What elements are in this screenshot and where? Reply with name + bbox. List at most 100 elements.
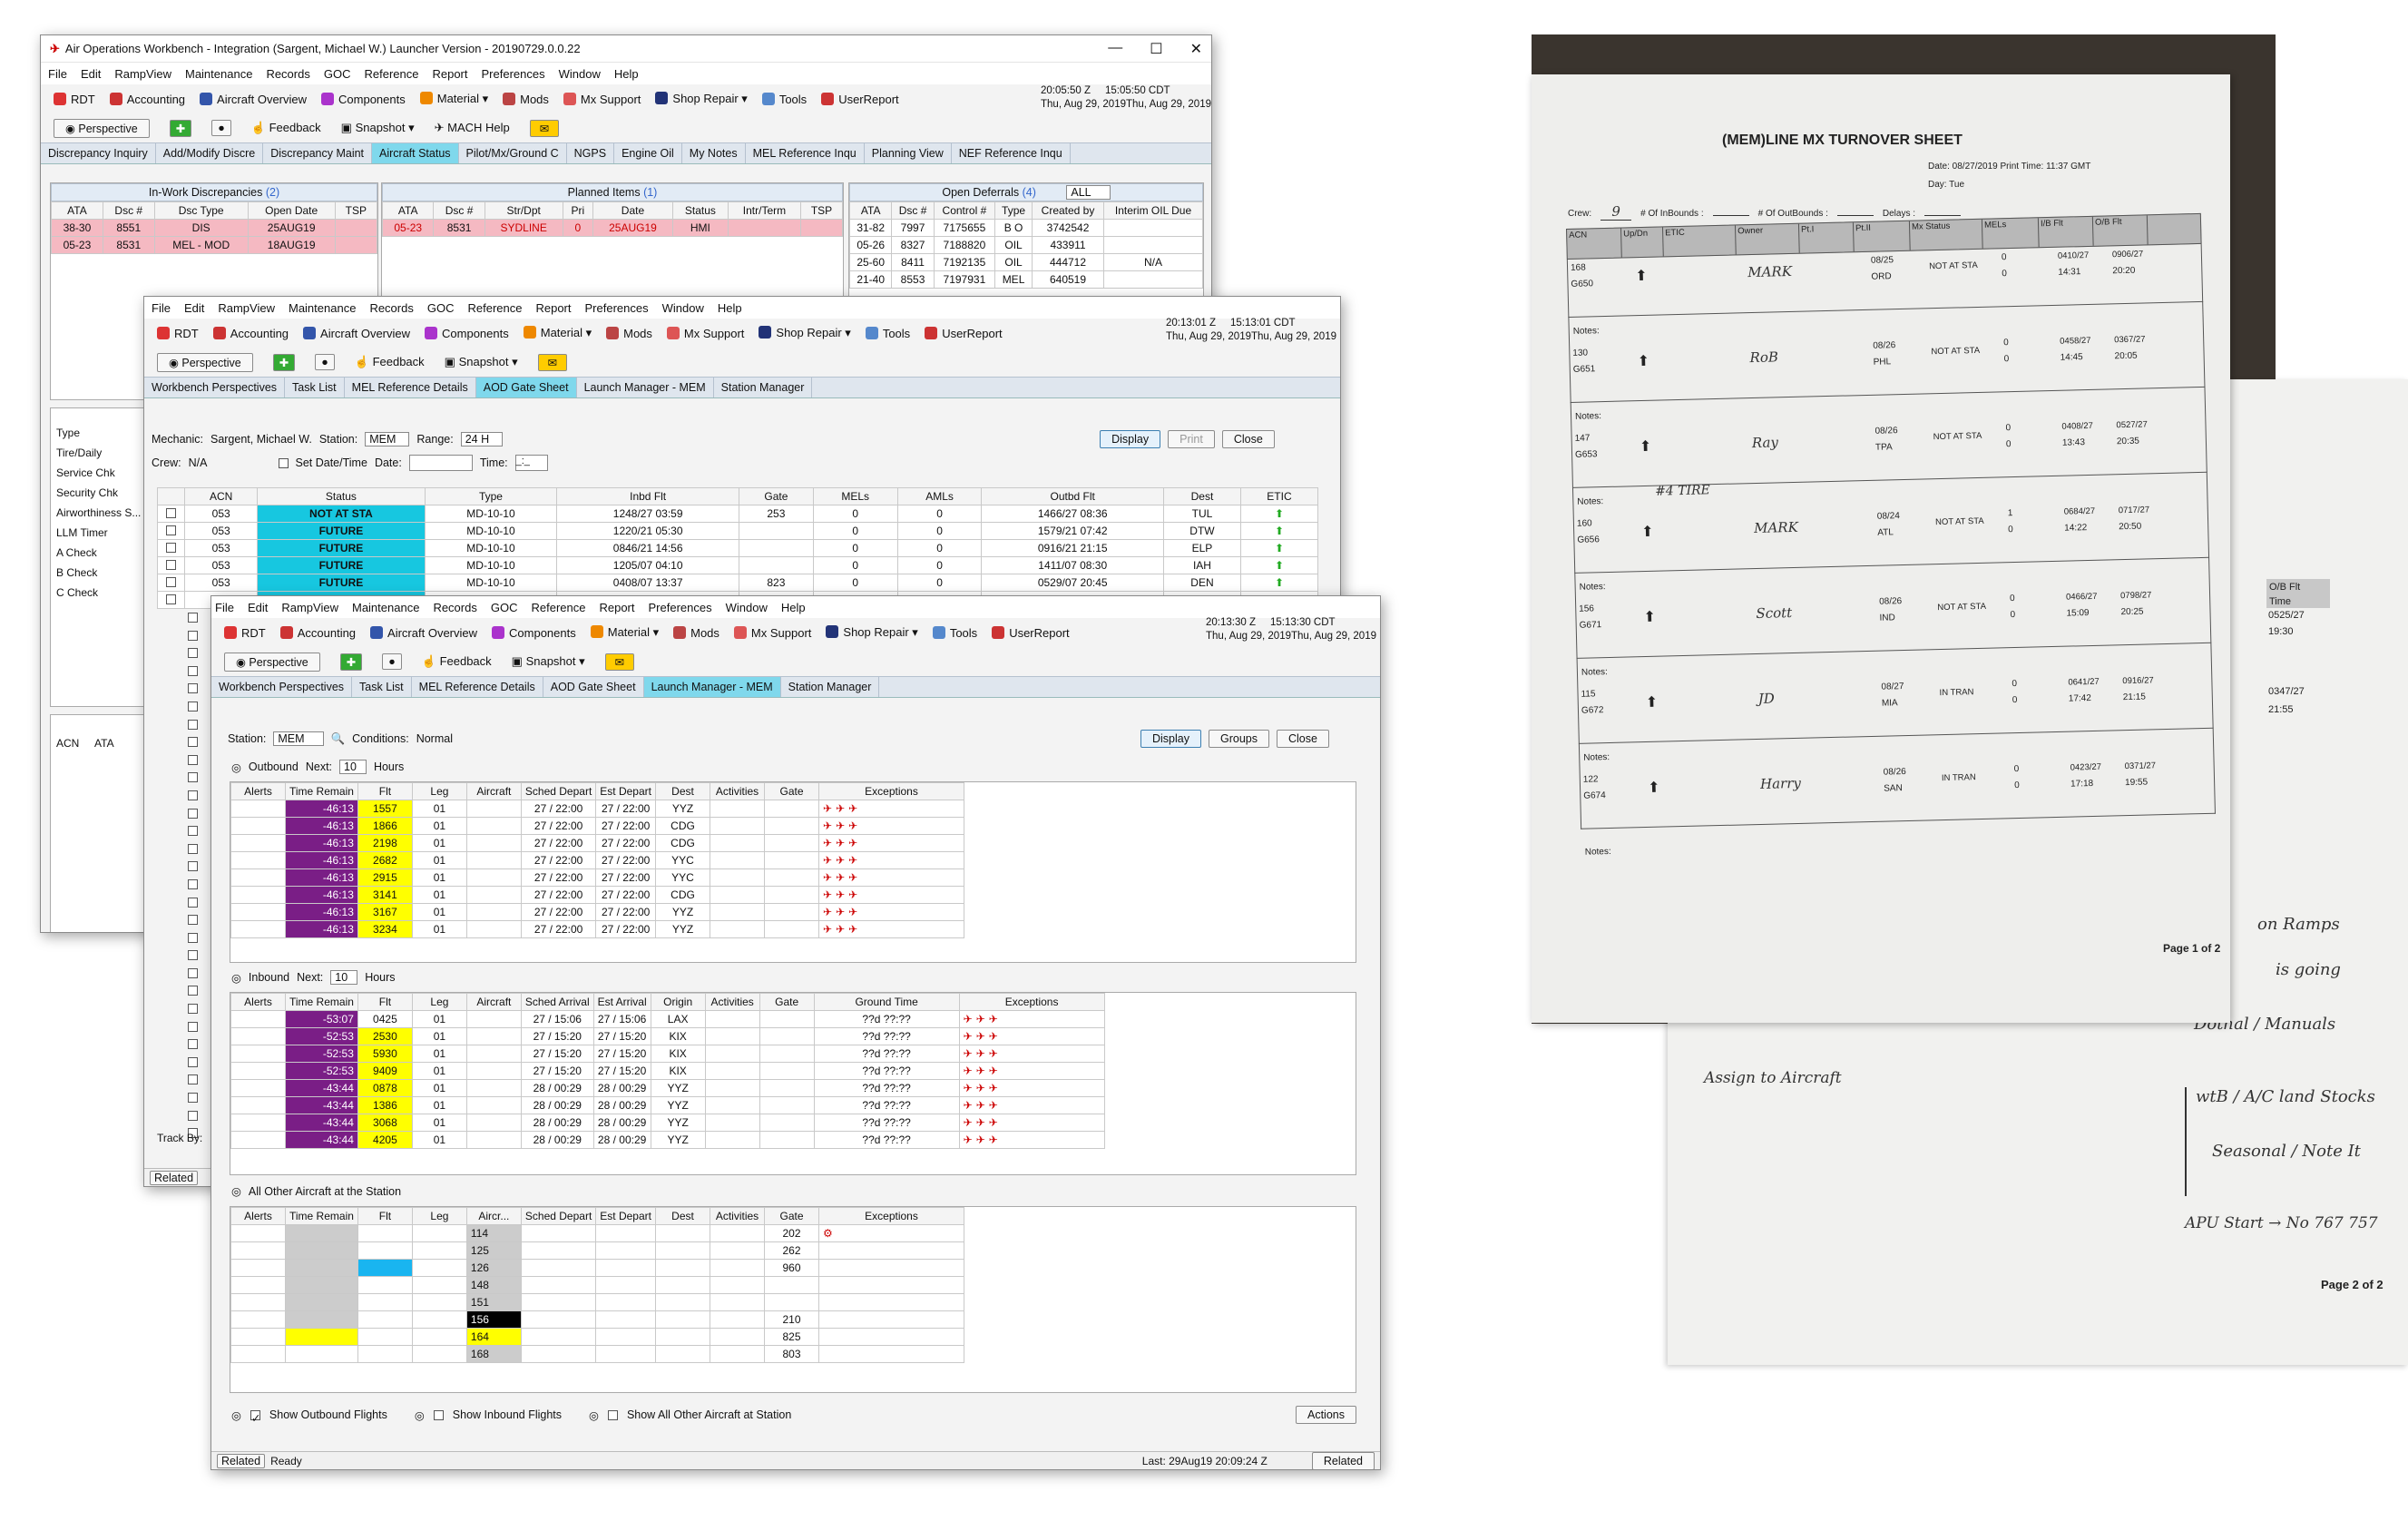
userreport-button[interactable]: UserReport [992,625,1070,640]
related-button[interactable]: Related [150,1170,199,1185]
menu-maintenance[interactable]: Maintenance [289,301,356,315]
shop-repair-button[interactable]: Shop Repair ▾ [826,625,918,640]
set-date-checkbox[interactable] [278,457,289,468]
table-row[interactable]: 05-23 8531 SYDLINE 0 25AUG19 HMI [381,219,844,237]
tab-launch-manager[interactable]: Launch Manager - MEM [643,677,781,697]
date-input[interactable] [408,455,473,471]
accounting-button[interactable]: Accounting [279,625,356,640]
groups-button[interactable]: Groups [1208,730,1269,748]
accounting-button[interactable]: Accounting [212,326,289,340]
tab-task-list[interactable]: Task List [352,677,412,697]
table-row[interactable]: 38-30 8551 DIS 25AUG19 [51,219,378,237]
tools-button[interactable]: Tools [932,625,977,640]
menu-file[interactable]: File [215,601,234,614]
table-row[interactable]: -46:13 1866 01 27 / 22:00 27 / 22:00 CDG ✈ ✈ ✈ [230,817,964,835]
column-header[interactable]: Activities [710,1207,765,1225]
display-button[interactable]: Display [1140,730,1201,748]
close-button[interactable]: Close [1276,730,1329,748]
tab-planning-view[interactable]: Planning View [865,143,952,163]
table-row[interactable]: 21-40 8553 7197931 MEL 640519 [848,270,1203,289]
tab-pilot-mx-ground[interactable]: Pilot/Mx/Ground C [459,143,567,163]
row-checkbox[interactable] [188,683,198,694]
table-row[interactable]: 125 262 [230,1241,964,1260]
table-row[interactable]: 164 825 [230,1328,964,1346]
row-checkbox[interactable] [188,1039,198,1050]
related-button[interactable]: Related [217,1453,266,1468]
list-item[interactable]: Service Chk [56,463,142,483]
menu-help[interactable]: Help [718,301,742,315]
rdt-button[interactable]: RDT [54,92,95,106]
row-checkbox[interactable] [188,737,198,748]
row-checkbox[interactable] [188,665,198,676]
menu-maintenance[interactable]: Maintenance [185,67,252,81]
table-row[interactable]: -46:13 2198 01 27 / 22:00 27 / 22:00 CDG ✈ ✈ ✈ [230,834,964,852]
column-header[interactable]: Aircraft [465,993,522,1011]
shop-repair-button[interactable]: Shop Repair ▾ [655,92,748,106]
tab-aircraft-status[interactable]: Aircraft Status [372,143,459,163]
snapshot-button[interactable]: ▣ Snapshot ▾ [341,121,415,135]
row-checkbox[interactable] [188,613,198,623]
menu-rampview[interactable]: RampView [218,301,275,315]
menu-report[interactable]: Report [599,601,634,614]
menu-file[interactable]: File [152,301,171,315]
table-row[interactable]: 151 [230,1293,964,1311]
row-checkbox[interactable] [166,525,176,535]
perspective-button[interactable]: ◉ Perspective [54,118,150,138]
display-button[interactable]: Display [1100,430,1161,448]
station-select[interactable]: MEM [365,432,410,446]
lightbulb-icon[interactable]: ● [315,354,335,370]
row-checkbox[interactable] [188,932,198,943]
column-header[interactable]: Aircr... [465,1207,522,1225]
column-header[interactable]: Flt [357,993,413,1011]
menu-edit[interactable]: Edit [248,601,268,614]
column-header[interactable]: Alerts [230,1207,286,1225]
column-header[interactable]: Sched Arrival [520,993,594,1011]
snapshot-button[interactable]: ▣ Snapshot ▾ [512,654,585,669]
userreport-button[interactable]: UserReport [821,92,899,106]
tab-ngps[interactable]: NGPS [567,143,615,163]
column-header[interactable]: Sched Depart [520,1207,597,1225]
menu-records[interactable]: Records [266,67,309,81]
table-row[interactable]: -46:13 2915 01 27 / 22:00 27 / 22:00 YYC ✈ ✈ ✈ [230,868,964,887]
menu-preferences[interactable]: Preferences [649,601,712,614]
menu-maintenance[interactable]: Maintenance [352,601,419,614]
tab-launch-manager[interactable]: Launch Manager - MEM [577,378,714,397]
row-checkbox[interactable] [188,897,198,908]
list-item[interactable]: B Check [56,563,142,583]
mail-icon[interactable]: ✉ [604,653,635,671]
mods-button[interactable]: Mods [673,625,719,640]
snapshot-button[interactable]: ▣ Snapshot ▾ [445,355,518,369]
menu-reference[interactable]: Reference [364,67,418,81]
row-checkbox[interactable] [188,648,198,659]
close-icon[interactable]: ✕ [1190,40,1202,58]
feedback-button[interactable]: ☝ Feedback [355,355,425,369]
menu-edit[interactable]: Edit [184,301,204,315]
column-header[interactable]: Leg [411,1207,467,1225]
table-row[interactable]: -46:13 1557 01 27 / 22:00 27 / 22:00 YYZ ✈ ✈ ✈ [230,800,964,818]
row-checkbox[interactable] [188,790,198,800]
column-header[interactable]: Dest [655,1207,710,1225]
table-row[interactable]: -52:53 9409 01 27 / 15:20 27 / 15:20 KIX ??d ?… [230,1062,1105,1080]
tools-button[interactable]: Tools [865,326,910,340]
print-button[interactable]: Print [1168,430,1215,448]
row-checkbox[interactable] [188,772,198,783]
row-checkbox[interactable] [188,986,198,996]
table-row[interactable]: 053 FUTURE MD-10-10 1220/21 05:30 0 0 1579/21 … [157,522,1319,540]
list-item[interactable]: A Check [56,543,142,563]
table-row[interactable]: -46:13 3167 01 27 / 22:00 27 / 22:00 YYZ ✈ ✈ ✈ [230,903,964,921]
mx-support-button[interactable]: Mx Support [563,92,641,106]
mods-button[interactable]: Mods [503,92,549,106]
tab-discrepancy-maint[interactable]: Discrepancy Maint [263,143,373,163]
table-row[interactable]: -52:53 2530 01 27 / 15:20 27 / 15:20 KIX ??d ?… [230,1027,1105,1045]
row-checkbox[interactable] [188,1056,198,1067]
components-button[interactable]: Components [425,326,509,340]
row-checkbox[interactable] [188,861,198,872]
add-icon[interactable]: ✚ [339,653,363,671]
table-row[interactable]: -43:44 3068 01 28 / 00:29 28 / 00:29 YYZ ??d ?… [230,1114,1105,1132]
tab-station-manager[interactable]: Station Manager [781,677,880,697]
lightbulb-icon[interactable]: ● [382,653,402,670]
menu-goc[interactable]: GOC [324,67,351,81]
table-row[interactable]: 053 FUTURE MD-10-10 1205/07 04:10 0 0 1411/07 … [157,556,1319,574]
menu-rampview[interactable]: RampView [281,601,338,614]
material-button[interactable]: Material ▾ [523,326,592,340]
